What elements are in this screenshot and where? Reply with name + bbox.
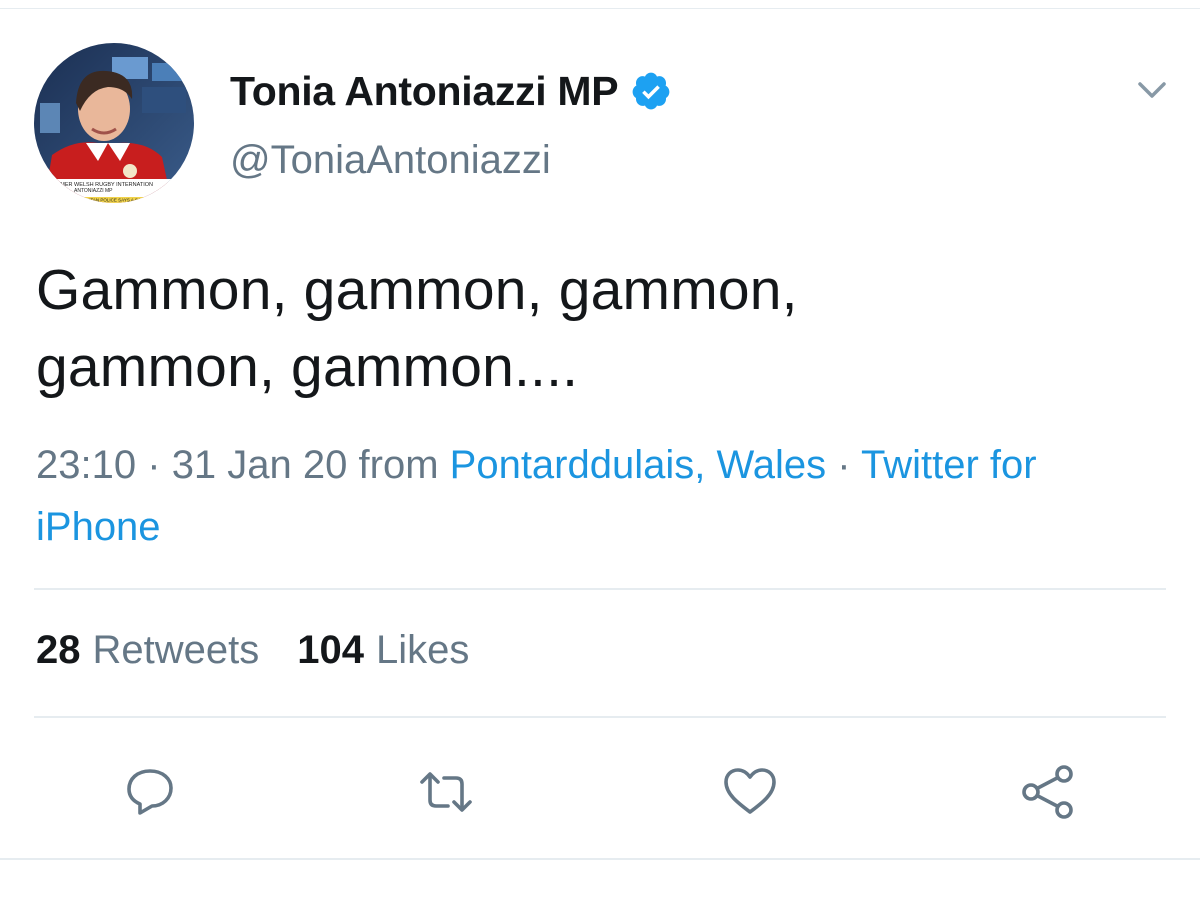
tweet-text: Gammon, gammon, gammon, gammon, gammon..… <box>36 252 1156 406</box>
reply-button[interactable] <box>118 760 182 824</box>
tweet-metadata: 23:10 · 31 Jan 20 from Pontarddulais, Wa… <box>36 434 1166 558</box>
avatar-caption-3: METROPOLITAN POLICE SAYS A SA <box>64 198 141 203</box>
avatar-image: R & FORMER WELSH RUGBY INTERNATION ANTON… <box>34 43 194 203</box>
meta-separator: · <box>147 443 161 487</box>
share-icon <box>1022 765 1073 819</box>
location-link[interactable]: Pontarddulais, Wales <box>450 443 826 487</box>
chevron-down-icon[interactable] <box>1128 72 1176 108</box>
bottom-divider <box>0 858 1200 860</box>
display-name[interactable]: Tonia Antoniazzi MP <box>230 68 619 115</box>
meta-separator-2: · <box>837 443 851 487</box>
retweets-label: Retweets <box>92 628 260 672</box>
likes-label: Likes <box>376 628 470 672</box>
stats-divider-top <box>34 588 1166 590</box>
retweet-button[interactable] <box>414 760 478 824</box>
tweet-text-line-1: Gammon, gammon, gammon, <box>36 258 798 322</box>
share-button[interactable] <box>1016 760 1080 824</box>
retweets-stat[interactable]: 28 Retweets <box>36 628 259 673</box>
retweet-icon <box>420 772 472 812</box>
likes-stat[interactable]: 104 Likes <box>297 628 469 673</box>
author-name-row[interactable]: Tonia Antoniazzi MP <box>230 66 672 116</box>
from-label: from <box>358 443 439 487</box>
user-handle[interactable]: @ToniaAntoniazzi <box>230 138 551 183</box>
tweet-date[interactable]: 31 Jan 20 <box>172 443 348 487</box>
verified-badge-icon <box>630 70 672 112</box>
top-divider <box>0 8 1200 9</box>
avatar-caption-2: ANTONIAZZI MP <box>74 188 113 194</box>
likes-count: 104 <box>297 628 364 672</box>
engagement-stats: 28 Retweets 104 Likes <box>36 628 469 673</box>
stats-divider-bottom <box>34 716 1166 718</box>
heart-icon <box>724 768 776 814</box>
tweet-time[interactable]: 23:10 <box>36 443 136 487</box>
tweet-detail: R & FORMER WELSH RUGBY INTERNATION ANTON… <box>0 0 1200 908</box>
avatar[interactable]: R & FORMER WELSH RUGBY INTERNATION ANTON… <box>34 43 194 203</box>
like-button[interactable] <box>718 760 782 824</box>
tweet-text-line-2: gammon, gammon.... <box>36 335 579 399</box>
reply-icon <box>127 769 173 815</box>
retweets-count: 28 <box>36 628 81 672</box>
